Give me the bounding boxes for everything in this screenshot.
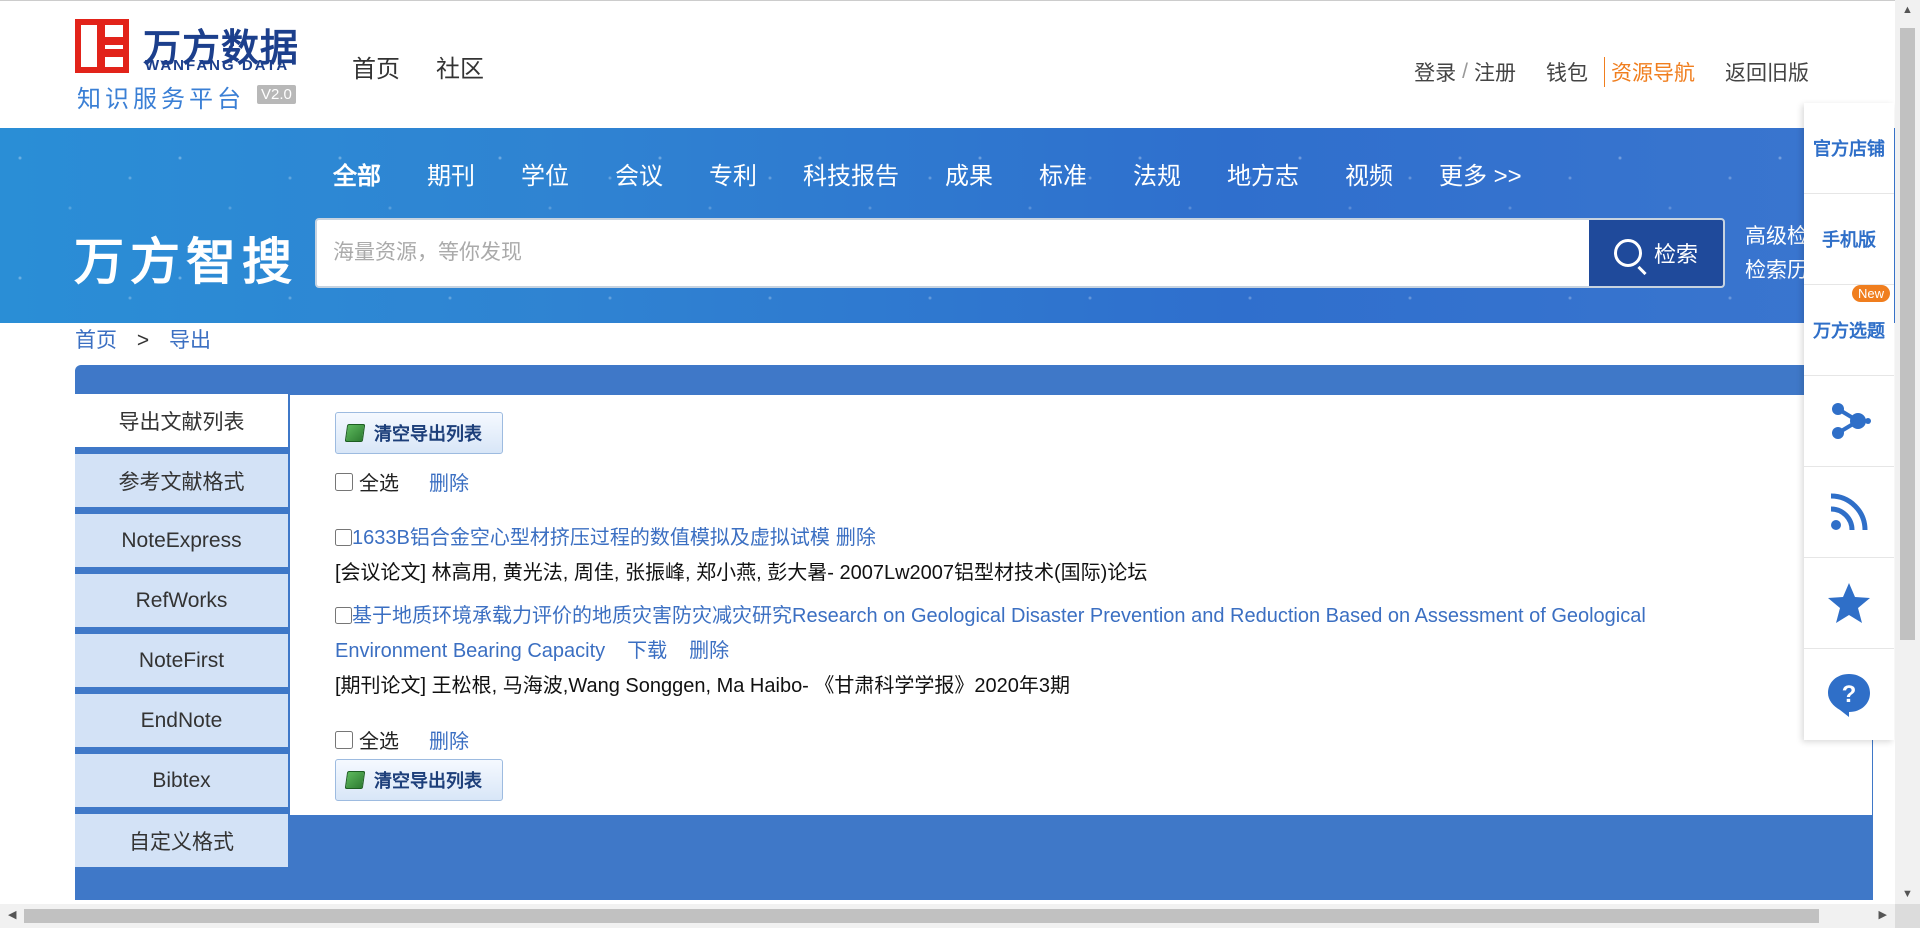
tab-custom-format[interactable]: 自定义格式: [75, 814, 288, 870]
category-all[interactable]: 全部: [333, 156, 381, 191]
mobile-version-link[interactable]: 手机版: [1804, 194, 1894, 285]
logo-en-text: WANFANG DATA: [145, 57, 290, 74]
category-tech-report[interactable]: 科技报告: [803, 156, 899, 191]
clear-export-list-label: 清空导出列表: [374, 424, 482, 444]
search-history-link[interactable]: 检索历: [1745, 254, 1808, 288]
breadcrumb-separator: >: [136, 329, 150, 352]
search-box: 检索: [315, 218, 1725, 288]
wanfang-topics-link[interactable]: New 万方选题: [1804, 285, 1894, 376]
clear-export-list-button-top[interactable]: 清空导出列表: [335, 412, 503, 454]
category-journal[interactable]: 期刊: [427, 156, 475, 191]
category-degree[interactable]: 学位: [521, 156, 569, 191]
select-all-label: 全选: [359, 731, 399, 753]
logo-version-badge: V2.0: [257, 85, 296, 104]
item-title-link[interactable]: 1633B铝合金空心型材挤压过程的数值模拟及虚拟试模: [352, 527, 830, 549]
top-header: 万方数据 WANFANG DATA 知识服务平台 V2.0 首页 社区 登录 /…: [0, 0, 1895, 128]
scroll-down-icon[interactable]: ▼: [1902, 888, 1913, 900]
list-item: 基于地质环境承载力评价的地质灾害防灾减灾研究Research on Geolog…: [335, 599, 1755, 704]
select-all-checkbox-bottom[interactable]: [335, 730, 353, 749]
share-network-icon[interactable]: [1804, 376, 1894, 467]
item-download-link[interactable]: 下载: [627, 640, 667, 662]
scroll-left-icon[interactable]: ◀: [8, 908, 16, 921]
tab-refworks[interactable]: RefWorks: [75, 574, 288, 630]
item-checkbox[interactable]: [335, 529, 352, 546]
login-separator: /: [1462, 60, 1468, 83]
search-button[interactable]: 检索: [1589, 220, 1723, 286]
tab-notefirst[interactable]: NoteFirst: [75, 634, 288, 690]
item-delete-link[interactable]: 删除: [836, 527, 876, 549]
clear-export-list-button-bottom[interactable]: 清空导出列表: [335, 759, 503, 801]
nav-community[interactable]: 社区: [436, 49, 484, 84]
official-store-link[interactable]: 官方店铺: [1804, 103, 1894, 194]
advanced-links: 高级检 检索历: [1745, 220, 1808, 288]
logo-subtitle: 知识服务平台: [77, 86, 245, 113]
search-brand: 万方智搜: [74, 234, 298, 290]
star-icon[interactable]: [1804, 558, 1894, 649]
horizontal-scrollbar[interactable]: ◀ ▶: [0, 904, 1895, 928]
select-all-row-bottom: 全选 删除: [335, 725, 469, 754]
category-nav: 全部 期刊 学位 会议 专利 科技报告 成果 标准 法规 地方志 视频 更多 >…: [333, 156, 1568, 191]
scrollbar-corner: [1895, 904, 1920, 928]
wanfang-logo[interactable]: 万方数据 WANFANG DATA 知识服务平台 V2.0: [75, 17, 305, 113]
svg-text:?: ?: [1842, 681, 1857, 708]
category-patent[interactable]: 专利: [709, 156, 757, 191]
scroll-up-icon[interactable]: ▲: [1902, 4, 1913, 16]
wanfang-topics-label: 万方选题: [1813, 321, 1885, 341]
floating-sidebar: 官方店铺 手机版 New 万方选题 ?: [1804, 103, 1894, 740]
advanced-search-link[interactable]: 高级检: [1745, 220, 1808, 254]
nav-home[interactable]: 首页: [352, 49, 400, 84]
clear-list-icon: [344, 771, 366, 789]
item-title-link[interactable]: 基于地质环境承载力评价的地质灾害防灾减灾研究Research on Geolog…: [335, 605, 1646, 662]
tab-export-list[interactable]: 导出文献列表: [75, 394, 288, 450]
scroll-right-icon[interactable]: ▶: [1879, 908, 1887, 921]
user-nav: 登录 / 注册 钱包 资源导航 返回旧版: [1414, 57, 1809, 87]
search-icon: [1613, 239, 1642, 267]
format-tabs: 导出文献列表 参考文献格式 NoteExpress RefWorks NoteF…: [75, 394, 290, 874]
new-badge: New: [1851, 285, 1890, 302]
category-achievement[interactable]: 成果: [945, 156, 993, 191]
vertical-scroll-thumb[interactable]: [1900, 28, 1915, 640]
breadcrumb-current[interactable]: 导出: [169, 329, 211, 352]
search-banner: 全部 期刊 学位 会议 专利 科技报告 成果 标准 法规 地方志 视频 更多 >…: [0, 128, 1895, 323]
old-version-link[interactable]: 返回旧版: [1725, 57, 1809, 87]
select-all-label: 全选: [359, 473, 399, 495]
clear-list-icon: [344, 424, 366, 442]
search-button-label: 检索: [1653, 242, 1698, 267]
select-all-checkbox-top[interactable]: [335, 472, 353, 491]
breadcrumb-home[interactable]: 首页: [75, 329, 117, 352]
category-video[interactable]: 视频: [1345, 156, 1393, 191]
main-nav: 首页 社区: [352, 49, 484, 84]
category-standard[interactable]: 标准: [1039, 156, 1087, 191]
logo-mark-icon: [75, 19, 129, 73]
help-icon[interactable]: ?: [1804, 649, 1894, 740]
delete-selected-link-top[interactable]: 删除: [429, 467, 469, 496]
tab-endnote[interactable]: EndNote: [75, 694, 288, 750]
item-meta: [期刊论文] 王松根, 马海波,Wang Songgen, Ma Haibo- …: [335, 675, 1071, 697]
category-conference[interactable]: 会议: [615, 156, 663, 191]
search-input[interactable]: [333, 220, 1583, 286]
resource-nav-link[interactable]: 资源导航: [1604, 57, 1695, 87]
list-item: 1633B铝合金空心型材挤压过程的数值模拟及虚拟试模 删除 [会议论文] 林高用,…: [335, 521, 1755, 591]
tab-reference-format[interactable]: 参考文献格式: [75, 454, 288, 510]
category-local-chronicle[interactable]: 地方志: [1227, 156, 1299, 191]
register-link[interactable]: 注册: [1474, 57, 1516, 87]
tab-noteexpress[interactable]: NoteExpress: [75, 514, 288, 570]
select-all-row-top: 全选 删除: [335, 467, 469, 496]
vertical-scrollbar[interactable]: ▲ ▼: [1895, 0, 1920, 904]
delete-selected-link-bottom[interactable]: 删除: [429, 725, 469, 754]
tab-bibtex[interactable]: Bibtex: [75, 754, 288, 810]
item-delete-link[interactable]: 删除: [689, 640, 729, 662]
category-regulation[interactable]: 法规: [1133, 156, 1181, 191]
rss-icon[interactable]: [1804, 467, 1894, 558]
item-meta: [会议论文] 林高用, 黄光法, 周佳, 张振峰, 郑小燕, 彭大暑- 2007…: [335, 562, 1148, 584]
login-link[interactable]: 登录: [1414, 57, 1456, 87]
clear-export-list-label: 清空导出列表: [374, 771, 482, 791]
item-checkbox[interactable]: [335, 607, 352, 624]
wallet-link[interactable]: 钱包: [1546, 57, 1588, 87]
category-more[interactable]: 更多 >>: [1439, 156, 1522, 191]
horizontal-scroll-thumb[interactable]: [24, 909, 1819, 923]
export-list-content: 清空导出列表 全选 删除 1633B铝合金空心型材挤压过程的数值模拟及虚拟试模删…: [290, 395, 1872, 815]
breadcrumb: 首页 > 导出: [75, 324, 211, 354]
